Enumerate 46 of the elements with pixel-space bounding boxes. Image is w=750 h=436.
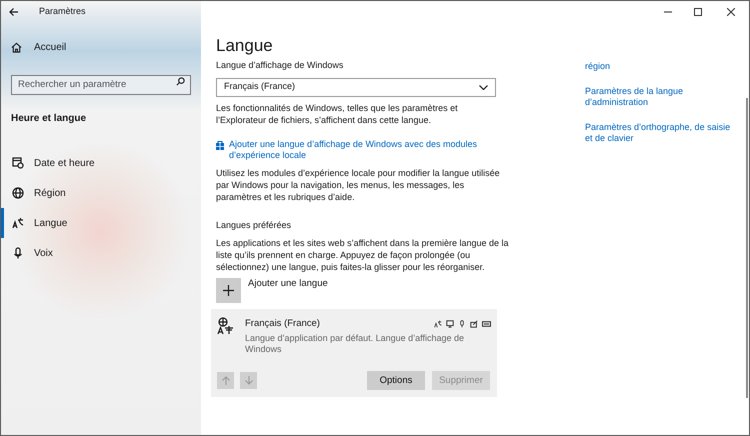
description-text: Les applications et les sites web s’affichent dans la première langue de la liste qu’ils prennent en charge. Appuyez de façon prolongée (ou sélectionnez) une langue, puis faites-la glisser pour les réorganiser. [216, 237, 510, 273]
minimize-icon [664, 11, 672, 13]
language-icon [434, 320, 442, 328]
search-icon [176, 76, 185, 86]
section-heading: Langues préférées [216, 218, 292, 232]
sidebar-item[interactable]: Région [1, 178, 201, 208]
plus-icon [223, 285, 234, 296]
maximize-icon [694, 8, 702, 16]
scrollbar[interactable] [746, 98, 748, 398]
up-arrow-icon [222, 376, 230, 386]
store-link[interactable]: Ajouter une langue d’affichage de Windows avec des modules d’expérience locale [229, 138, 499, 160]
language-detail: Langue d’application par défaut. Langue d’affichage de Windows [245, 333, 466, 356]
close-icon [727, 8, 735, 16]
pen-icon [470, 320, 478, 328]
related-link[interactable]: région [585, 61, 610, 72]
home-nav-item[interactable]: Accueil [1, 23, 201, 71]
related-link[interactable]: Paramètres de la langue d’administration [585, 86, 740, 108]
down-arrow-icon [244, 376, 252, 386]
sidebar-item[interactable]: Langue [1, 208, 201, 238]
globe-icon [12, 187, 24, 199]
sidebar-item[interactable]: Voix [1, 238, 201, 268]
search-field[interactable]: Rechercher un paramètre [11, 74, 191, 94]
monitor-icon [446, 320, 454, 328]
keyboard-icon [482, 320, 491, 328]
description-text: Utilisez les modules d’expérience locale pour modifier la langue utilisée par Windows pour la navigation, les menus, les messages, les paramètres et les rubriques d’aide. [216, 166, 501, 202]
window-title: Paramètres [39, 5, 86, 18]
language-dropdown[interactable]: Français (France) [216, 78, 496, 96]
add-language-button[interactable] [216, 278, 241, 303]
description-text: Les fonctionnalités de Windows, telles que les paramètres et l’Explorateur de fichiers, s’affichent dans cette langue. [216, 102, 459, 126]
add-language-label[interactable]: Ajouter une langue [248, 277, 328, 303]
microphone-icon [12, 247, 24, 259]
chevron-down-icon [479, 84, 488, 90]
action-button[interactable]: Options [367, 371, 425, 390]
related-link[interactable]: Paramètres d’orthographe, de saisie et de clavier [585, 122, 740, 144]
microphone-icon [458, 320, 466, 328]
language-glyph-icon [217, 317, 235, 335]
language-name: Français (France) [245, 317, 320, 331]
store-icon[interactable] [216, 140, 224, 150]
section-heading: Heure et langue [11, 112, 86, 126]
field-label: Langue d’affichage de Windows [216, 59, 344, 72]
home-icon [11, 42, 22, 52]
calendar-clock-icon [12, 157, 24, 169]
back-arrow-icon[interactable] [9, 7, 19, 17]
page-title: Langue [216, 36, 273, 56]
sidebar-item[interactable]: Date et heure [1, 148, 201, 178]
language-icon [12, 217, 24, 229]
